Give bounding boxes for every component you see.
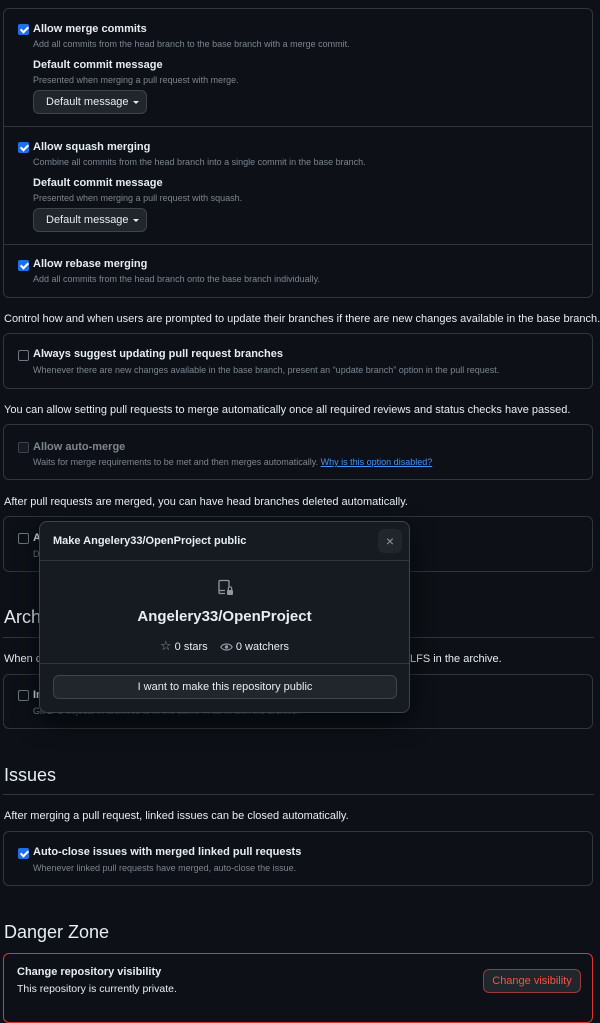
danger-zone-heading: Danger Zone	[4, 922, 110, 942]
archives-heading: Arch	[4, 607, 42, 627]
squash-default-message-description: Presented when merging a pull request wi…	[33, 193, 243, 203]
merge-default-message-dropdown[interactable]: Default message	[33, 90, 147, 114]
allow-auto-merge-checkbox[interactable]	[18, 442, 29, 453]
why-disabled-link[interactable]: Why is this option disabled?	[321, 457, 433, 467]
auto-merge-box: Allow auto-merge Waits for merge require…	[3, 424, 593, 480]
always-suggest-update-label[interactable]: Always suggest updating pull request bra…	[33, 348, 283, 360]
allow-rebase-merging-label[interactable]: Allow rebase merging	[33, 258, 147, 270]
divider	[4, 126, 592, 127]
allow-rebase-merging-description: Add all commits from the head branch ont…	[33, 274, 320, 284]
merge-default-message-description: Presented when merging a pull request wi…	[33, 75, 239, 85]
auto-merge-intro: You can allow setting pull requests to m…	[4, 404, 571, 416]
squash-default-message-title: Default commit message	[33, 177, 163, 189]
dialog-repo-name: Angelery33/OpenProject	[137, 608, 312, 625]
close-icon: ×	[385, 533, 395, 549]
allow-merge-commits-description: Add all commits from the head branch to …	[33, 39, 350, 49]
dropdown-label: Default message	[46, 214, 129, 226]
allow-auto-merge-description: Waits for merge requirements to be met a…	[33, 457, 319, 467]
include-lfs-checkbox[interactable]	[18, 690, 29, 701]
allow-merge-commits-checkbox[interactable]	[18, 24, 29, 35]
update-branch-box: Always suggest updating pull request bra…	[3, 333, 593, 389]
auto-close-issues-description: Whenever linked pull requests have merge…	[33, 863, 297, 873]
always-suggest-update-checkbox[interactable]	[18, 350, 29, 361]
merge-options-box: Allow merge commits Add all commits from…	[3, 8, 593, 298]
repo-lock-icon	[217, 579, 235, 597]
squash-default-message-dropdown[interactable]: Default message	[33, 208, 147, 232]
update-branch-intro: Control how and when users are prompted …	[4, 313, 600, 325]
eye-icon	[219, 642, 233, 655]
change-visibility-title: Change repository visibility	[17, 966, 162, 978]
dialog-header-divider	[40, 560, 409, 561]
archives-intro-right: LFS in the archive.	[410, 653, 502, 665]
caret-down-icon	[132, 100, 139, 104]
merge-default-message-title: Default commit message	[33, 59, 163, 71]
close-button[interactable]: ×	[378, 529, 402, 553]
delete-branches-intro: After pull requests are merged, you can …	[4, 496, 408, 508]
issues-divider	[3, 794, 594, 795]
auto-close-issues-label[interactable]: Auto-close issues with merged linked pul…	[33, 846, 301, 858]
archives-intro-left: When c	[4, 653, 42, 665]
dropdown-label: Default message	[46, 96, 129, 108]
allow-squash-merging-description: Combine all commits from the head branch…	[33, 157, 366, 167]
watchers-count: 0 watchers	[235, 641, 290, 653]
dialog-title: Make Angelery33/OpenProject public	[53, 535, 247, 547]
issues-intro: After merging a pull request, linked iss…	[4, 810, 349, 822]
always-suggest-update-description: Whenever there are new changes available…	[33, 365, 500, 375]
dialog-footer-divider	[40, 663, 409, 664]
allow-merge-commits-label[interactable]: Allow merge commits	[33, 23, 147, 35]
delete-branches-checkbox[interactable]	[18, 533, 29, 544]
caret-down-icon	[132, 218, 139, 222]
allow-auto-merge-description-row: Waits for merge requirements to be met a…	[33, 457, 432, 467]
allow-squash-merging-label[interactable]: Allow squash merging	[33, 141, 150, 153]
change-visibility-description: This repository is currently private.	[17, 983, 177, 995]
change-visibility-button[interactable]: Change visibility	[483, 969, 581, 993]
allow-auto-merge-label: Allow auto-merge	[33, 441, 126, 453]
star-icon: ☆	[159, 638, 172, 653]
stars-count: 0 stars	[174, 641, 208, 653]
issues-box: Auto-close issues with merged linked pul…	[3, 831, 593, 886]
make-public-dialog: Make Angelery33/OpenProject public × Ang…	[39, 521, 410, 713]
issues-heading: Issues	[4, 765, 57, 785]
allow-rebase-merging-checkbox[interactable]	[18, 260, 29, 271]
auto-close-issues-checkbox[interactable]	[18, 848, 29, 859]
repo-stats: ☆ 0 stars 0 watchers	[40, 638, 409, 655]
confirm-make-public-button[interactable]: I want to make this repository public	[53, 675, 397, 699]
allow-squash-merging-checkbox[interactable]	[18, 142, 29, 153]
divider	[4, 244, 592, 245]
